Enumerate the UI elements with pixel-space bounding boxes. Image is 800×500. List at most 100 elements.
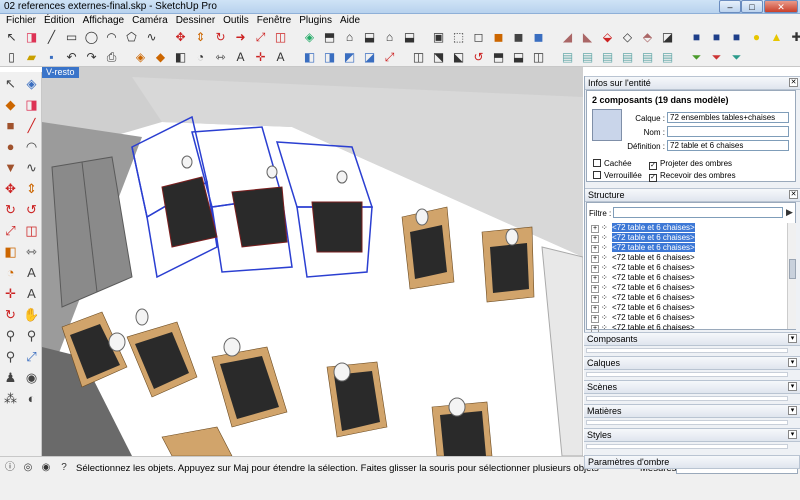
iso-view-icon[interactable]: ◈ xyxy=(301,29,318,46)
outliner-scrollbar[interactable] xyxy=(787,223,796,329)
sun-icon[interactable]: ● xyxy=(748,29,765,46)
front-view-icon[interactable]: ⌂ xyxy=(341,29,358,46)
new-file-icon[interactable]: ▯ xyxy=(3,49,20,66)
layer-stack-2-icon[interactable]: ▤ xyxy=(579,49,596,66)
arc-icon[interactable]: ◠ xyxy=(22,137,41,156)
components-panel[interactable]: Composants ▾ xyxy=(584,332,800,356)
weld-icon[interactable]: ⬔ xyxy=(430,49,447,66)
text-icon[interactable]: A xyxy=(22,263,41,282)
freehand-icon[interactable]: ∿ xyxy=(22,158,41,177)
layer-stack-3-icon[interactable]: ▤ xyxy=(599,49,616,66)
shaded-style-icon[interactable]: ◼ xyxy=(490,29,507,46)
arc-tool-icon[interactable]: ◠ xyxy=(103,29,120,46)
move-tool-icon[interactable]: ✥ xyxy=(172,29,189,46)
xray-style-icon[interactable]: ▣ xyxy=(430,29,447,46)
wireframe-style-icon[interactable]: ⬚ xyxy=(450,29,467,46)
help-icon[interactable]: ? xyxy=(56,461,72,475)
tape-icon[interactable]: ◧ xyxy=(1,242,20,261)
layer-select[interactable]: 72 ensembles tables+chaises xyxy=(667,112,789,123)
outliner-row[interactable]: + ⁘ <72 table et 6 chaises> xyxy=(588,313,786,323)
scale-tool-icon[interactable]: ⤢ xyxy=(252,29,269,46)
close-icon[interactable]: ✕ xyxy=(789,78,798,87)
viewport-scene-tab[interactable]: V-resto xyxy=(42,67,79,78)
left-view-icon[interactable]: ⬓ xyxy=(401,29,418,46)
materials-panel[interactable]: Matières ▾ xyxy=(584,404,800,428)
textured-style-icon[interactable]: ◼ xyxy=(510,29,527,46)
solid-union-icon[interactable]: ◧ xyxy=(301,49,318,66)
follow-me-icon[interactable]: ↺ xyxy=(22,200,41,219)
join-icon[interactable]: ⬕ xyxy=(450,49,467,66)
filter-input[interactable] xyxy=(613,207,783,218)
outliner-row[interactable]: + ⁘ <72 table et 6 chaises> xyxy=(588,293,786,303)
pencil-icon[interactable]: ╱ xyxy=(22,116,41,135)
move-icon[interactable]: ✥ xyxy=(1,179,20,198)
drape-icon[interactable]: ⬙ xyxy=(599,29,616,46)
tape-measure-icon[interactable]: ◧ xyxy=(172,49,189,66)
section-icon[interactable]: ■ xyxy=(728,29,745,46)
layer-stack-6-icon[interactable]: ▤ xyxy=(659,49,676,66)
minimize-button[interactable]: – xyxy=(719,0,741,13)
look-around-icon[interactable]: ◉ xyxy=(22,368,41,387)
expand-plus-icon[interactable]: + xyxy=(591,245,599,253)
solid-trim-icon[interactable]: ◪ xyxy=(361,49,378,66)
offset-tool-icon[interactable]: ◫ xyxy=(272,29,289,46)
rotate-tool-icon[interactable]: ↻ xyxy=(212,29,229,46)
protractor-icon[interactable]: ◔ xyxy=(192,49,209,66)
scenes-panel[interactable]: Scènes ▾ xyxy=(584,380,800,404)
expand-plus-icon[interactable]: + xyxy=(591,265,599,273)
component-icon[interactable]: ◈ xyxy=(132,49,149,66)
close-button[interactable]: ✕ xyxy=(764,0,798,13)
outliner-row[interactable]: + ⁘ <72 table et 6 chaises> xyxy=(588,243,786,253)
fog-icon[interactable]: ■ xyxy=(708,29,725,46)
rectangle-tool-icon[interactable]: ▭ xyxy=(63,29,80,46)
hidden-line-style-icon[interactable]: ◻ xyxy=(470,29,487,46)
follow-me-tool-icon[interactable]: ➜ xyxy=(232,29,249,46)
info-icon[interactable]: ⓘ xyxy=(2,461,18,475)
polygon-tool-icon[interactable]: ⬠ xyxy=(123,29,140,46)
zoom-icon[interactable]: ⚲ xyxy=(1,326,20,345)
axes-icon[interactable]: ✛ xyxy=(1,284,20,303)
orbit-icon[interactable]: ↻ xyxy=(1,305,20,324)
expand-icon[interactable]: ▾ xyxy=(788,334,797,343)
expand-plus-icon[interactable]: + xyxy=(591,275,599,283)
back-view-icon[interactable]: ⌂ xyxy=(381,29,398,46)
hidden-checkbox[interactable]: Cachée xyxy=(593,159,632,168)
menu-aide[interactable]: Aide xyxy=(336,14,364,27)
protractor-icon[interactable]: ◔ xyxy=(1,263,20,282)
add-detail-icon[interactable]: ◇ xyxy=(619,29,636,46)
expand-plus-icon[interactable]: + xyxy=(591,235,599,243)
paint-icon[interactable]: ◆ xyxy=(1,95,20,114)
filter-red-icon[interactable]: ⏷ xyxy=(708,49,725,66)
print-icon[interactable]: ⎙ xyxy=(103,49,120,66)
stamp-icon[interactable]: ◣ xyxy=(579,29,596,46)
undo-icon[interactable]: ↶ xyxy=(63,49,80,66)
menu-plugins[interactable]: Plugins xyxy=(295,14,336,27)
plugin-icon[interactable]: ✚ xyxy=(788,29,800,46)
dimension-icon[interactable]: ⇿ xyxy=(212,49,229,66)
monochrome-style-icon[interactable]: ◼ xyxy=(530,29,547,46)
circle-tool-icon[interactable]: ◯ xyxy=(83,29,100,46)
3d-text-icon[interactable]: A xyxy=(22,284,41,303)
expand-plus-icon[interactable]: + xyxy=(591,295,599,303)
rectangle-icon[interactable]: ■ xyxy=(1,116,20,135)
menu-edition[interactable]: Édition xyxy=(40,14,79,27)
position-camera-icon[interactable]: ♟ xyxy=(1,368,20,387)
receive-shadows-checkbox[interactable]: ✓ Recevoir des ombres xyxy=(649,171,736,182)
layer-stack-4-icon[interactable]: ▤ xyxy=(619,49,636,66)
skin-icon[interactable]: ◫ xyxy=(530,49,547,66)
select-tool-icon[interactable]: ↖ xyxy=(3,29,20,46)
right-view-icon[interactable]: ⬓ xyxy=(361,29,378,46)
polygon-icon[interactable]: ▼ xyxy=(1,158,20,177)
3d-text-icon[interactable]: A xyxy=(272,49,289,66)
outliner-row[interactable]: + ⁘ <72 table et 6 chaises> xyxy=(588,263,786,273)
previous-view-icon[interactable]: ⤢ xyxy=(22,347,41,366)
select-icon[interactable]: ↖ xyxy=(1,74,20,93)
sweep-icon[interactable]: ↺ xyxy=(470,49,487,66)
flip-edge-icon[interactable]: ⬘ xyxy=(639,29,656,46)
expand-icon[interactable]: ▾ xyxy=(788,406,797,415)
outliner-row[interactable]: + ⁘ <72 table et 6 chaises> xyxy=(588,223,786,233)
paint-bucket-icon[interactable]: ◆ xyxy=(152,49,169,66)
scale-icon[interactable]: ⤢ xyxy=(1,221,20,240)
expand-icon[interactable]: ▾ xyxy=(788,430,797,439)
text-tool-icon[interactable]: A xyxy=(232,49,249,66)
